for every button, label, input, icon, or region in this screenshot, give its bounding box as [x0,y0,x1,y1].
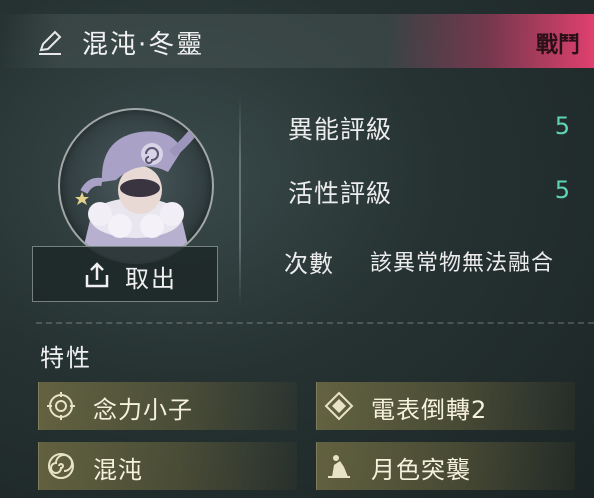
take-out-label: 取出 [125,265,177,293]
trait-label: 月色突襲 [371,456,471,484]
character-portrait [75,125,200,262]
trait-chaos[interactable]: 混沌 [38,442,297,490]
trait-label: 混沌 [93,456,143,484]
trait-telekinesis[interactable]: 念力小子 [38,382,297,430]
section-divider [36,322,594,324]
anomaly-title: 混沌·冬靈 [82,30,205,60]
traits-heading: 特性 [40,344,92,372]
fusion-count-value: 該異常物無法融合 [370,251,555,276]
trait-label: 念力小子 [93,396,193,424]
activity-rating-value: 5 [554,176,570,204]
moon-raid-icon [328,455,350,478]
header-bar: 混沌·冬靈 戰鬥 [0,14,594,68]
ability-rating-label: 異能評級 [288,115,393,144]
trait-label: 電表倒轉2 [371,396,488,424]
swirl-icon [48,453,74,479]
telekinesis-icon [47,392,75,420]
export-icon [85,262,109,288]
take-out-button[interactable]: 取出 [32,246,218,302]
mode-tag: 戰鬥 [535,33,580,58]
pencil-icon[interactable] [36,28,64,56]
activity-rating-label: 活性評級 [288,179,393,208]
vertical-divider [239,96,241,306]
fusion-count-label: 次數 [284,250,334,278]
ability-rating-value: 5 [554,112,570,140]
trait-moon-raid[interactable]: 月色突襲 [316,442,575,490]
portrait-frame [58,108,214,264]
diamond-icon [324,391,354,421]
trait-meter-reverse[interactable]: 電表倒轉2 [316,382,575,430]
